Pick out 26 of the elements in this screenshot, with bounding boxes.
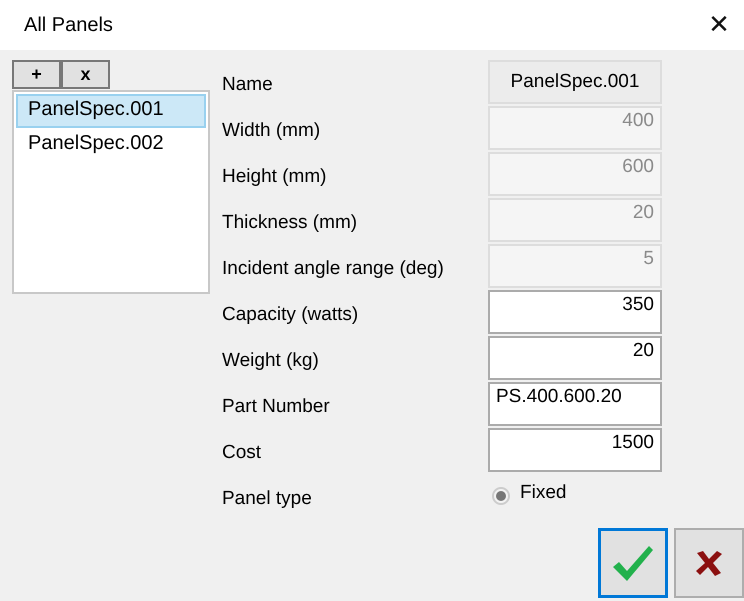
remove-button[interactable]: x — [61, 60, 110, 89]
radio-label: Fixed — [520, 482, 566, 504]
list-item[interactable]: PanelSpec.001 — [16, 94, 206, 128]
field-label: Width (mm) — [222, 119, 322, 142]
field-label: Name — [222, 73, 274, 96]
field-label: Capacity (watts) — [222, 303, 360, 326]
field-label: Height (mm) — [222, 165, 328, 188]
field-label: Cost — [222, 441, 262, 464]
checkmark-icon — [611, 543, 655, 583]
name-header: PanelSpec.001 — [488, 60, 662, 104]
field-label: Panel type — [222, 487, 313, 510]
input-field[interactable]: 20 — [488, 336, 662, 380]
field-label: Weight (kg) — [222, 349, 320, 372]
input-field[interactable]: PS.400.600.20 — [488, 382, 662, 426]
ok-button[interactable] — [598, 528, 668, 598]
field-label: Part Number — [222, 395, 331, 418]
cross-icon — [694, 549, 724, 577]
close-button[interactable]: ✕ — [694, 3, 744, 47]
cancel-button[interactable] — [674, 528, 744, 598]
list-item[interactable]: PanelSpec.002 — [16, 128, 206, 162]
input-field[interactable]: 350 — [488, 290, 662, 334]
input-field[interactable]: 1500 — [488, 428, 662, 472]
window-title: All Panels — [24, 14, 113, 36]
field-label: Incident angle range (deg) — [222, 257, 445, 280]
field-label: Thickness (mm) — [222, 211, 358, 234]
add-button[interactable]: + — [12, 60, 61, 89]
